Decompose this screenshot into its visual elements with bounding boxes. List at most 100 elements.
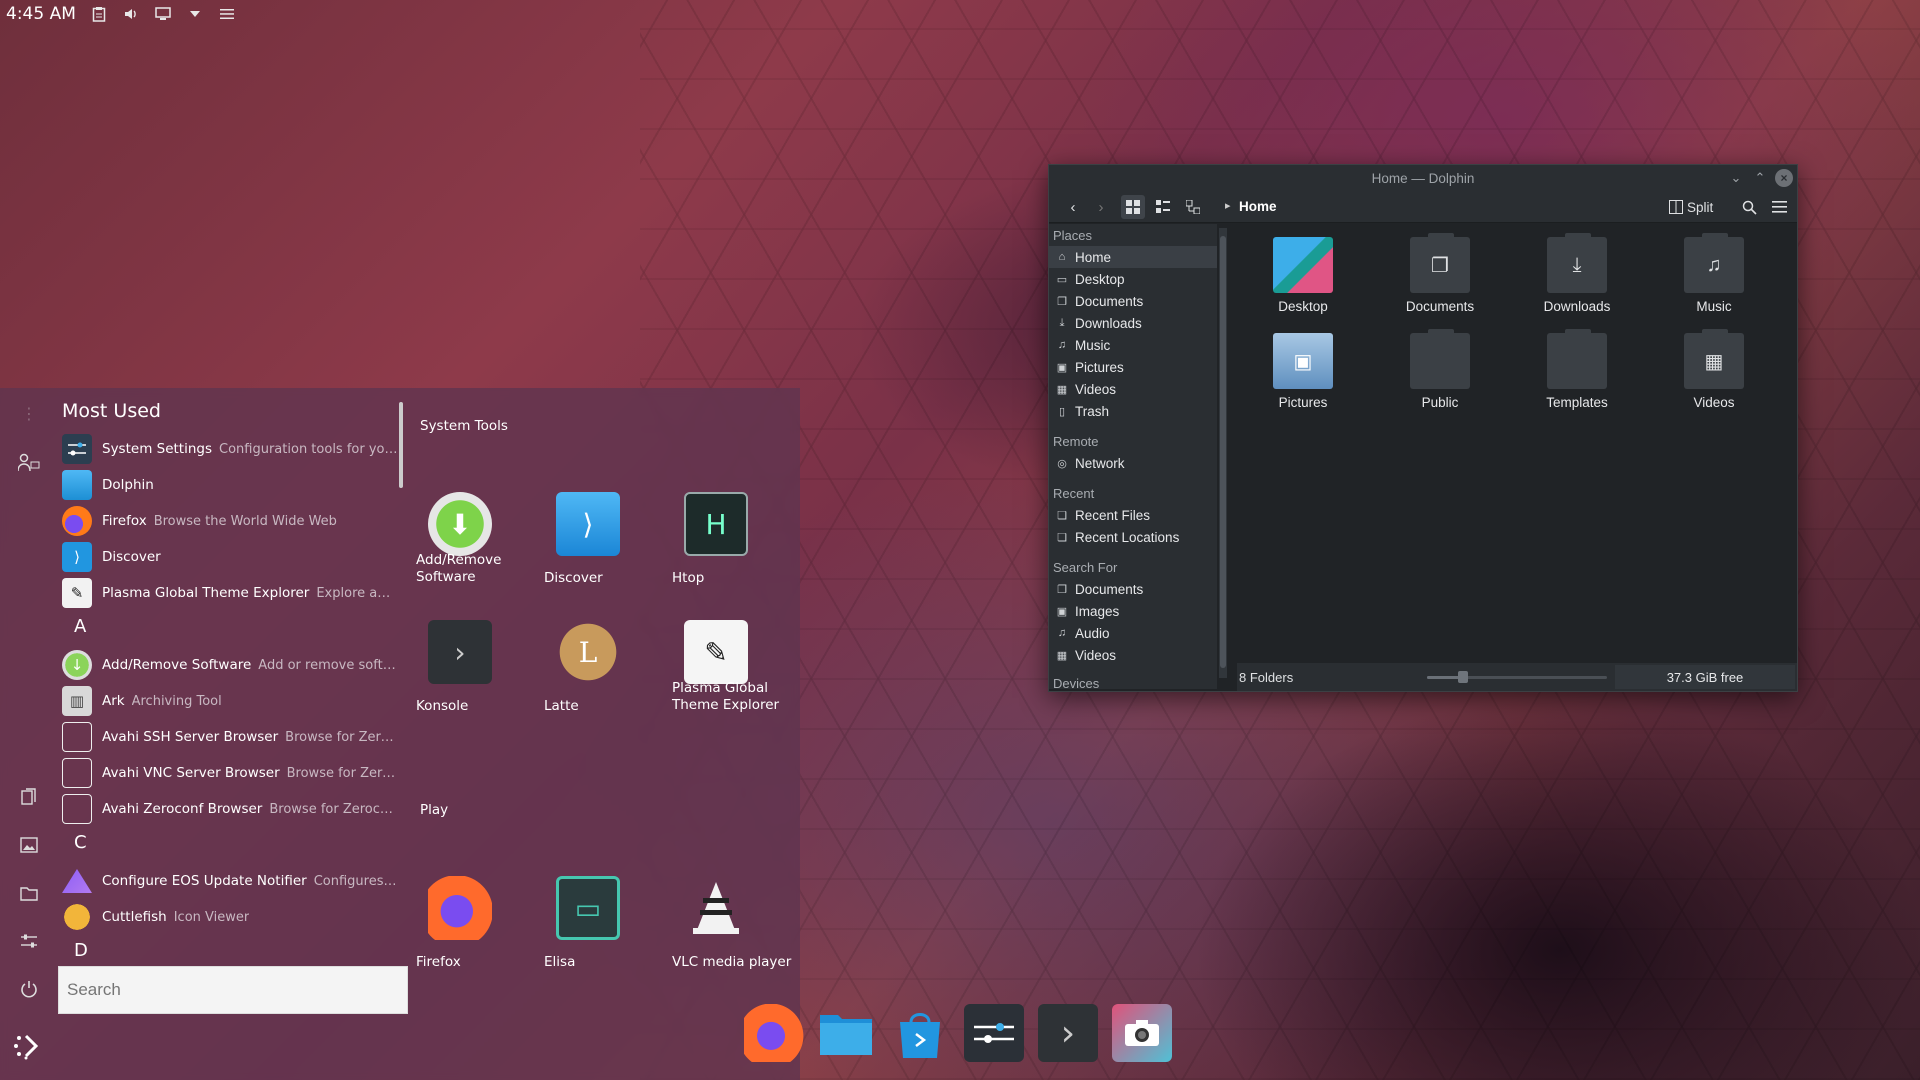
place-documents[interactable]: ❐ Documents (1049, 290, 1217, 312)
display-icon[interactable] (154, 5, 172, 23)
place-recent-locations[interactable]: ❏ Recent Locations (1049, 526, 1217, 548)
hamburger-menu-icon[interactable] (1767, 195, 1791, 219)
konsole-icon[interactable]: › (1038, 1004, 1098, 1062)
place-label: Downloads (1075, 315, 1142, 331)
firefox-icon (428, 876, 492, 940)
theme-explorer-icon: ✎ (684, 620, 748, 684)
app-list-scrollbar[interactable] (399, 402, 403, 488)
icons-view-icon[interactable] (1121, 195, 1145, 219)
search-videos[interactable]: ▦ Videos (1049, 644, 1217, 666)
forward-icon[interactable]: › (1089, 195, 1113, 219)
folder-item[interactable]: Templates (1517, 329, 1637, 423)
breadcrumb[interactable]: Home (1239, 199, 1277, 214)
place-recent-files[interactable]: ❏ Recent Files (1049, 504, 1217, 526)
spectacle-icon[interactable] (1112, 1004, 1172, 1062)
power-icon[interactable] (18, 978, 40, 1000)
folder-icon[interactable] (18, 882, 40, 904)
panel-menu-icon[interactable] (218, 5, 236, 23)
folder-item[interactable]: Public (1380, 329, 1500, 423)
settings-sliders-icon[interactable] (18, 930, 40, 952)
zoom-slider[interactable] (1427, 676, 1607, 679)
download-icon: ⤓ (1059, 316, 1065, 329)
window-titlebar[interactable]: Home — Dolphin ⌄ ⌃ × (1049, 165, 1797, 191)
list-item[interactable]: Avahi VNC Server Browser Browse for Zero… (62, 756, 398, 790)
minimize-icon[interactable]: ⌄ (1727, 169, 1745, 187)
desktop-folder-icon (1273, 237, 1333, 293)
firefox-icon[interactable] (744, 1004, 804, 1062)
taskbar: › (740, 1000, 1180, 1070)
documents-icon[interactable] (18, 786, 40, 808)
list-item[interactable]: Configure EOS Update Notifier Configures… (62, 864, 398, 898)
folder-item[interactable]: ▦ Videos (1654, 329, 1774, 423)
search-input[interactable] (58, 966, 408, 1014)
place-trash[interactable]: ▯ Trash (1049, 400, 1217, 422)
scrollbar-thumb[interactable] (1220, 236, 1226, 668)
vlc-icon (684, 876, 748, 940)
dolphin-folder-icon (62, 470, 92, 500)
folder-item[interactable]: ▣ Pictures (1243, 333, 1363, 423)
folder-item[interactable]: ⤓ Downloads (1517, 233, 1637, 327)
network-monitor-icon (62, 758, 92, 788)
tile-label: Plasma Global Theme Explorer (672, 680, 780, 713)
details-view-icon[interactable] (1181, 195, 1205, 219)
search-audio[interactable]: ♫ Audio (1049, 622, 1217, 644)
place-desktop[interactable]: ▭ Desktop (1049, 268, 1217, 290)
free-space-indicator[interactable]: 37.3 GiB free (1615, 665, 1795, 689)
system-settings-icon[interactable] (964, 1004, 1024, 1062)
search-icon[interactable] (1737, 195, 1761, 219)
desktop-icon: ▭ (1056, 273, 1068, 286)
place-home[interactable]: ⌂ Home (1049, 246, 1217, 268)
compact-view-icon[interactable] (1151, 195, 1175, 219)
back-icon[interactable]: ‹ (1061, 195, 1085, 219)
videos-icon: ▦ (1056, 649, 1068, 662)
breadcrumb-arrow-icon[interactable]: ▸ (1225, 199, 1231, 212)
places-heading: Recent (1053, 486, 1095, 501)
tile-label: Discover (544, 570, 603, 586)
favorites-icon[interactable]: ⋮ (18, 402, 40, 424)
tile-label: VLC media player (672, 954, 792, 970)
tray-expand-icon[interactable] (186, 5, 204, 23)
launcher-logo-icon[interactable] (10, 1028, 46, 1064)
public-folder-icon (1410, 333, 1470, 389)
split-button[interactable]: Split (1669, 195, 1713, 219)
images-icon[interactable] (18, 834, 40, 856)
clipboard-icon[interactable] (90, 5, 108, 23)
maximize-icon[interactable]: ⌃ (1751, 169, 1769, 187)
list-item[interactable]: Cuttlefish Icon Viewer (62, 900, 398, 934)
volume-icon[interactable] (122, 5, 140, 23)
folder-item[interactable]: ♫ Music (1654, 233, 1774, 327)
list-item[interactable]: ▥ Ark Archiving Tool (62, 684, 398, 718)
places-scrollbar[interactable] (1219, 228, 1227, 678)
list-item[interactable]: Avahi Zeroconf Browser Browse for Zeroco… (62, 792, 398, 826)
place-label: Videos (1075, 647, 1117, 663)
list-item[interactable]: Dolphin (62, 468, 398, 502)
list-item[interactable]: System Settings Configuration tools for … (62, 432, 398, 466)
add-remove-software-icon: ↓ (62, 650, 92, 680)
network-monitor-icon (62, 794, 92, 824)
folder-item[interactable]: ❐ Documents (1380, 233, 1500, 327)
place-network[interactable]: ◎ Network (1049, 452, 1217, 474)
close-icon[interactable]: × (1775, 169, 1793, 187)
list-item[interactable]: Avahi SSH Server Browser Browse for Zero… (62, 720, 398, 754)
folder-item[interactable]: Desktop (1243, 237, 1363, 327)
list-item[interactable]: ↓ Add/Remove Software Add or remove soft… (62, 648, 398, 682)
images-icon: ▣ (1056, 605, 1068, 618)
list-item[interactable]: Firefox Browse the World Wide Web (62, 504, 398, 538)
clock[interactable]: 4:45 AM (6, 4, 76, 24)
user-switch-icon[interactable] (18, 452, 40, 474)
discover-icon[interactable] (890, 1004, 950, 1062)
zoom-slider-handle[interactable] (1458, 671, 1468, 683)
search-documents[interactable]: ❐ Documents (1049, 578, 1217, 600)
place-music[interactable]: ♫ Music (1049, 334, 1217, 356)
list-item[interactable]: ⟩ Discover (62, 540, 398, 574)
place-label: Videos (1075, 381, 1117, 397)
place-downloads[interactable]: ⤓ Downloads (1049, 312, 1217, 334)
place-pictures[interactable]: ▣ Pictures (1049, 356, 1217, 378)
place-videos[interactable]: ▦ Videos (1049, 378, 1217, 400)
dolphin-folder-icon[interactable] (816, 1004, 876, 1062)
most-used-title: Most Used (62, 400, 161, 422)
search-images[interactable]: ▣ Images (1049, 600, 1217, 622)
list-item-name: Avahi VNC Server Browser (102, 765, 280, 781)
list-item[interactable]: ✎ Plasma Global Theme Explorer Explore a… (62, 576, 398, 610)
application-launcher: ⋮ Most Used System Settings Configuratio… (0, 388, 800, 1080)
